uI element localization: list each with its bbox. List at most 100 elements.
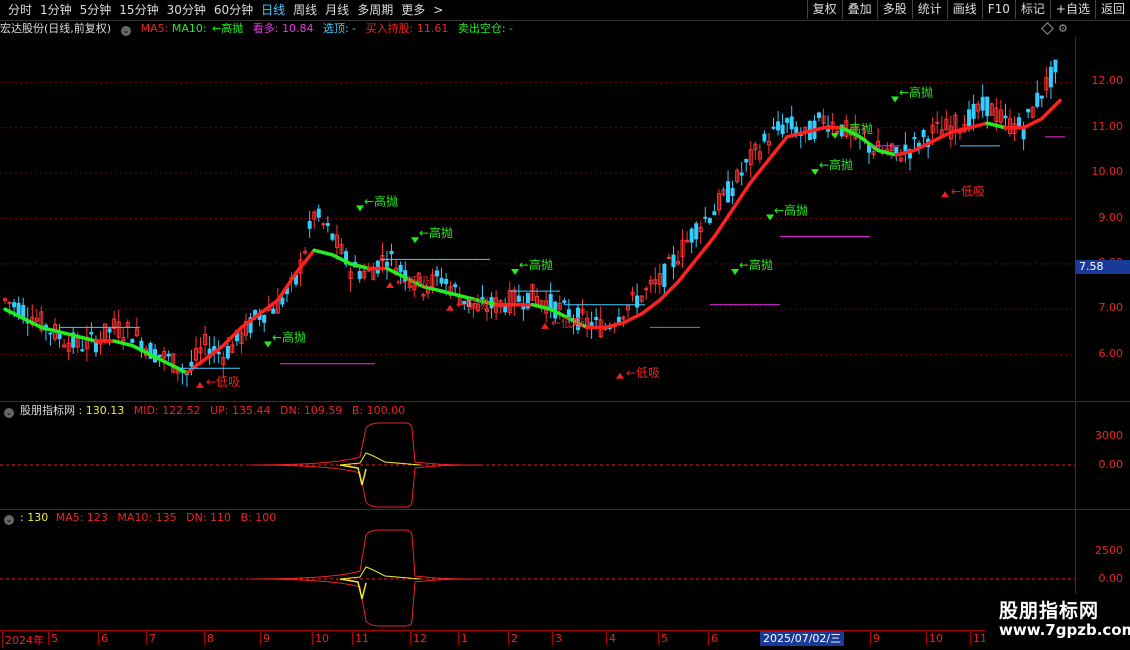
- candle-body: [776, 121, 781, 131]
- toolbar-button[interactable]: 画线: [946, 0, 982, 19]
- trend-line-segment: [112, 339, 135, 348]
- trend-line-segment: [967, 121, 989, 130]
- tab-period[interactable]: 周线: [289, 2, 321, 18]
- trend-line-segment: [676, 257, 698, 284]
- tab-period[interactable]: 月线: [321, 2, 353, 18]
- trend-line-segment: [730, 180, 753, 212]
- candle-body: [762, 133, 767, 142]
- candle-body: [712, 211, 717, 216]
- toolbar-button[interactable]: F10: [981, 0, 1015, 19]
- period-tabs: 分时 1分钟 5分钟 15分钟 30分钟 60分钟 日线 周线 月线 多周期 更多 >: [4, 2, 447, 18]
- candle-body: [789, 116, 794, 130]
- tab-period[interactable]: 5分钟: [76, 2, 116, 18]
- candle-body: [1048, 66, 1053, 88]
- trend-line-segment: [621, 312, 644, 325]
- date-tick: 11: [352, 632, 369, 645]
- candle-body: [444, 278, 449, 285]
- candle-body: [453, 284, 458, 288]
- panel2-b: B: 100: [240, 511, 277, 524]
- trend-line-segment: [639, 298, 662, 316]
- mairu-label: 买入持股: 11.61: [365, 22, 449, 35]
- up-arrow-icon: [941, 191, 949, 198]
- divider: [0, 401, 1130, 402]
- maichu-label: 卖出空仓: -: [457, 22, 514, 35]
- date-tick: 12: [410, 632, 427, 645]
- toolbar-button[interactable]: 统计: [911, 0, 947, 19]
- price-tick: 7.00: [1098, 301, 1124, 315]
- price-tick: 9.00: [1098, 210, 1124, 224]
- candle-body: [516, 295, 521, 302]
- trend-line-segment: [712, 207, 735, 239]
- date-tick: 10: [926, 632, 943, 645]
- candle-body: [384, 261, 389, 267]
- date-tick: 4: [606, 632, 616, 645]
- candle-body: [271, 308, 276, 314]
- panel1-title[interactable]: 股朋指标网: [20, 404, 75, 417]
- candle-body: [280, 297, 285, 305]
- toolbar-buttons: 复权 叠加 多股 统计 画线 F10 标记 +自选 返回: [806, 0, 1130, 19]
- candle-body: [694, 223, 699, 240]
- current-price-tag: 7.58: [1075, 260, 1130, 274]
- candle-body: [307, 220, 312, 229]
- candle-body: [316, 208, 321, 218]
- candle-body: [166, 353, 171, 357]
- watermark-title: 股朋指标网: [999, 600, 1100, 622]
- panel2-tick: 2500: [1095, 544, 1123, 557]
- panel2-ma10: MA10: 135: [117, 511, 177, 524]
- date-tick: 10: [312, 632, 329, 645]
- tab-period[interactable]: 60分钟: [210, 2, 257, 18]
- up-arrow-icon: [196, 381, 204, 388]
- candle-body: [1003, 115, 1008, 119]
- candle-body: [21, 304, 26, 318]
- trend-line-segment: [694, 234, 717, 262]
- toolbar-button[interactable]: 返回: [1094, 0, 1130, 19]
- tab-period[interactable]: 1分钟: [36, 2, 76, 18]
- annotation-high: ←高抛: [519, 257, 553, 272]
- down-arrow-icon: [264, 341, 272, 348]
- candle-body: [321, 223, 326, 226]
- tab-period[interactable]: 更多: [397, 2, 429, 18]
- price-tick: 12.00: [1091, 74, 1124, 88]
- toolbar-button[interactable]: 标记: [1014, 0, 1050, 19]
- watermark-url: www.7gpzb.com: [999, 621, 1130, 639]
- chevron-down-icon[interactable]: ⌄: [4, 515, 14, 525]
- date-tick: 5: [658, 632, 668, 645]
- chevron-down-icon[interactable]: ⌄: [4, 408, 14, 418]
- upper-band: [249, 529, 481, 580]
- diamond-icon[interactable]: [1041, 22, 1054, 35]
- date-cursor: 2025/07/02/三: [760, 631, 845, 646]
- price-tick: 10.00: [1091, 165, 1124, 179]
- chevron-right-icon[interactable]: >: [429, 2, 447, 18]
- candle-body: [107, 328, 112, 333]
- trend-line-segment: [767, 135, 789, 162]
- tab-period[interactable]: 多周期: [353, 2, 397, 18]
- toolbar: 分时 1分钟 5分钟 15分钟 30分钟 60分钟 日线 周线 月线 多周期 更多 > 复权 叠加 多股统…: [0, 0, 1130, 21]
- tab-period[interactable]: 15分钟: [115, 2, 162, 18]
- tab-period[interactable]: 日线: [257, 2, 289, 18]
- candle-body: [912, 136, 917, 140]
- candle-body: [903, 144, 908, 152]
- tab-period[interactable]: 30分钟: [163, 2, 210, 18]
- indicator-spike: [339, 578, 367, 600]
- candle-body: [389, 250, 394, 255]
- upper-band: [249, 422, 481, 466]
- annotation-high: ←高抛: [272, 330, 306, 345]
- toolbar-button[interactable]: 叠加: [841, 0, 877, 19]
- stock-title[interactable]: 宏达股份(日线,前复权): [0, 22, 111, 35]
- annotation-low: ←低吸: [206, 375, 240, 389]
- chevron-down-icon[interactable]: ⌄: [121, 26, 132, 36]
- toolbar-button[interactable]: +自选: [1049, 0, 1095, 19]
- toolbar-button[interactable]: 复权: [806, 0, 842, 19]
- tab-period[interactable]: 分时: [4, 2, 36, 18]
- gear-icon[interactable]: ⚙: [1058, 22, 1068, 35]
- panel2-value: : 130: [20, 511, 49, 524]
- toolbar-button[interactable]: 多股: [876, 0, 912, 19]
- panel1-b: B: 100.00: [351, 404, 406, 417]
- price-chart[interactable]: ←高抛 ←高抛 ←高抛 ←高抛 ←高抛 ←高抛 ←高抛 ←高抛 ←高抛 ←低吸 ←低吸 ←低吸 ←低吸 ←…: [0, 37, 1075, 400]
- candle-body: [435, 270, 440, 277]
- indicator-panel-1[interactable]: [0, 419, 1075, 509]
- indicator-spike: [339, 464, 367, 486]
- indicator-panel-2[interactable]: [0, 526, 1075, 630]
- candle-body: [12, 302, 17, 308]
- candle-body: [1035, 92, 1040, 107]
